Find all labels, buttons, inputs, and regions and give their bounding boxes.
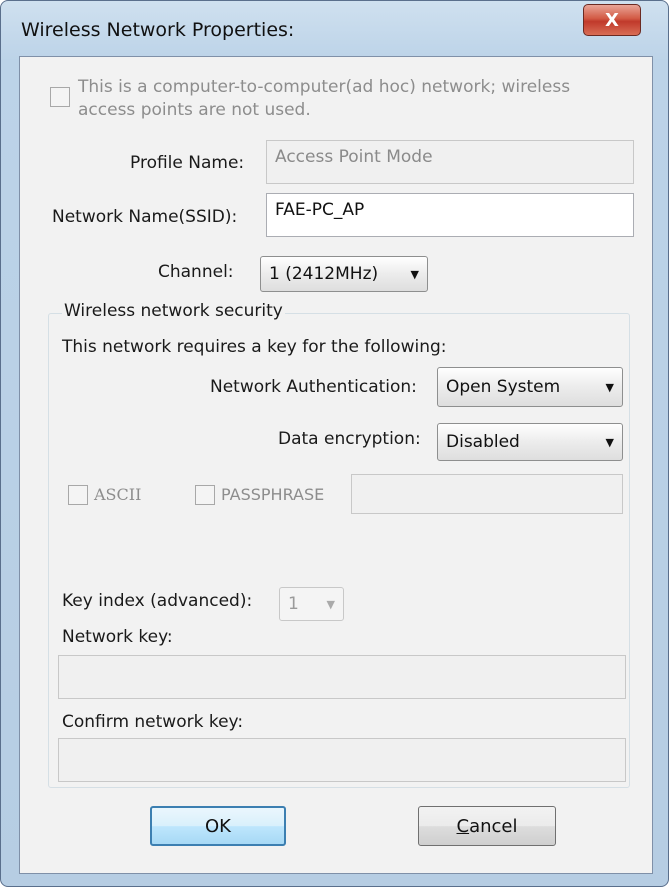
- key-index-label: Key index (advanced):: [62, 591, 253, 611]
- ok-button[interactable]: OK: [150, 806, 286, 846]
- requires-key-text: This network requires a key for the foll…: [62, 337, 447, 357]
- close-button[interactable]: X: [583, 4, 641, 36]
- adhoc-checkbox[interactable]: [50, 87, 70, 107]
- auth-value: Open System: [446, 377, 561, 397]
- cancel-button[interactable]: Cancel: [418, 806, 556, 846]
- confirm-key-label: Confirm network key:: [62, 712, 244, 732]
- confirm-key-field[interactable]: [58, 738, 626, 782]
- encryption-label: Data encryption:: [278, 429, 421, 449]
- ok-button-label: OK: [205, 815, 231, 837]
- key-index-value: 1: [288, 594, 299, 614]
- channel-label: Channel:: [158, 262, 234, 282]
- cancel-button-label: Cancel: [456, 815, 518, 837]
- key-index-select[interactable]: 1 ▼: [279, 587, 344, 621]
- ssid-label: Network Name(SSID):: [52, 207, 238, 227]
- chevron-down-icon: ▼: [410, 267, 419, 281]
- encryption-value: Disabled: [446, 432, 520, 452]
- ascii-checkbox[interactable]: [68, 485, 88, 505]
- adhoc-label-line1: This is a computer-to-computer(ad hoc) n…: [78, 77, 571, 97]
- chevron-down-icon: ▼: [605, 380, 614, 394]
- auth-label: Network Authentication:: [210, 377, 417, 397]
- network-key-label: Network key:: [62, 627, 173, 647]
- encryption-select[interactable]: Disabled ▼: [437, 423, 623, 461]
- security-group-title: Wireless network security: [62, 301, 285, 321]
- passphrase-field[interactable]: [351, 474, 623, 514]
- ssid-field[interactable]: FAE-PC_AP: [266, 193, 634, 237]
- channel-select[interactable]: 1 (2412MHz) ▼: [260, 256, 428, 292]
- channel-value: 1 (2412MHz): [269, 264, 379, 284]
- profile-name-label: Profile Name:: [130, 153, 245, 173]
- chevron-down-icon: ▼: [326, 597, 335, 611]
- window-title: Wireless Network Properties:: [21, 19, 295, 41]
- network-key-field[interactable]: [58, 655, 626, 699]
- adhoc-label-line2: access points are not used.: [78, 100, 311, 120]
- ascii-label: ASCII: [94, 485, 142, 504]
- profile-name-field[interactable]: Access Point Mode: [266, 140, 634, 184]
- auth-select[interactable]: Open System ▼: [437, 367, 623, 407]
- passphrase-checkbox[interactable]: [195, 485, 215, 505]
- passphrase-label: PASSPHRASE: [221, 485, 325, 504]
- chevron-down-icon: ▼: [605, 435, 614, 449]
- close-icon: X: [605, 9, 619, 31]
